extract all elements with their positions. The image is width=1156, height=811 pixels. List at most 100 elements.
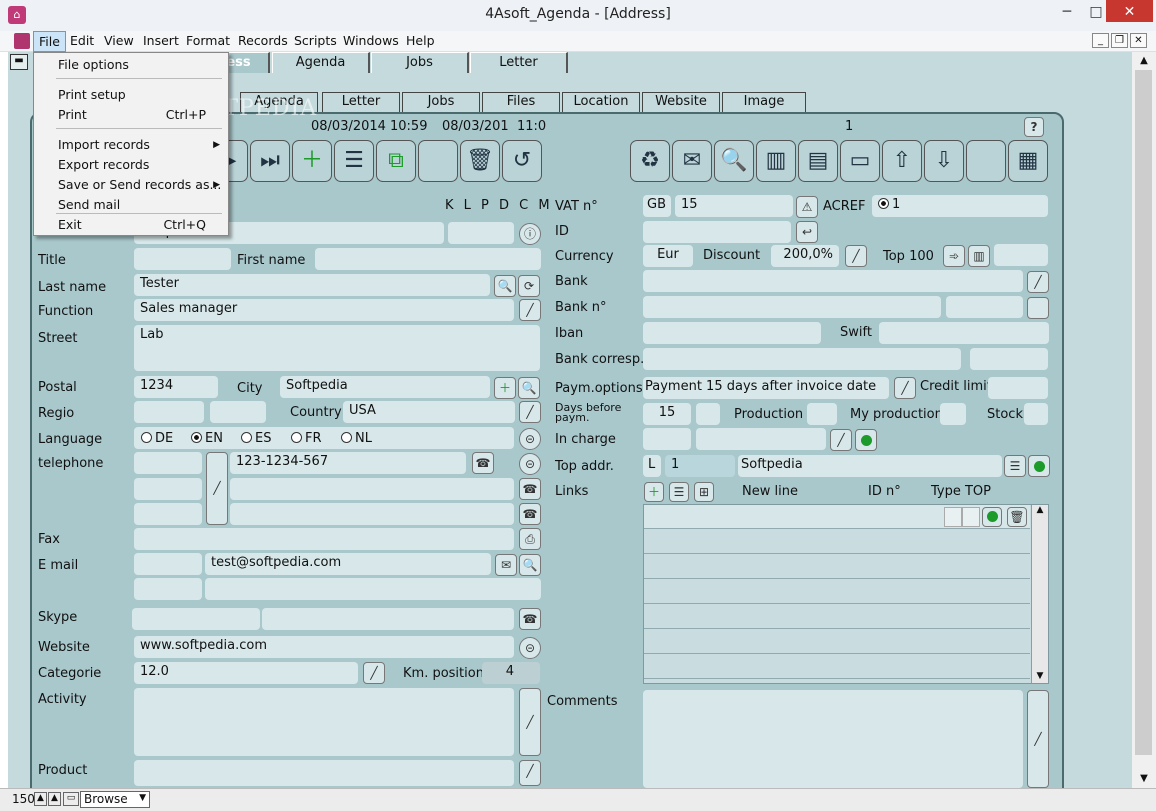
categorie-field[interactable]: 12.0 <box>134 662 358 684</box>
bank-field[interactable] <box>643 270 1023 292</box>
top-addr-l-field[interactable]: L <box>643 455 661 477</box>
telephone-dial-icon[interactable]: ☎ <box>472 452 494 474</box>
website-field[interactable]: www.softpedia.com <box>134 636 514 658</box>
discount-edit-icon[interactable]: ╱ <box>845 245 867 267</box>
discount-field[interactable]: 200,0% <box>771 245 839 267</box>
close-button[interactable]: ✕ <box>1106 0 1153 22</box>
bank-edit-icon[interactable]: ╱ <box>1027 271 1049 293</box>
menu-insert[interactable]: Insert <box>143 33 179 48</box>
email-send-icon[interactable]: ✉ <box>495 554 517 576</box>
status-toggle-icon[interactable]: ▭ <box>63 792 79 806</box>
table-row[interactable] <box>644 580 1030 604</box>
categorie-edit-icon[interactable]: ╱ <box>363 662 385 684</box>
layout-collapse-button[interactable]: ▬ <box>10 54 28 70</box>
activity-edit-icon[interactable]: ╱ <box>519 688 541 756</box>
product-field[interactable] <box>134 760 514 786</box>
acref-field[interactable]: 1 <box>872 195 1048 217</box>
credit-limit-field[interactable] <box>988 377 1048 399</box>
bankcorr-field[interactable] <box>643 348 961 370</box>
menu-windows[interactable]: Windows <box>343 33 399 48</box>
table-row[interactable] <box>644 555 1030 579</box>
maximize-button[interactable]: □ <box>1084 0 1108 24</box>
telephone-edit-icon[interactable]: ╱ <box>206 452 228 525</box>
email-prefix-field-2[interactable] <box>134 578 202 600</box>
mdi-restore-button[interactable]: ❐ <box>1111 33 1128 48</box>
link-cell-1[interactable] <box>944 507 962 527</box>
vat-field[interactable]: 15 <box>675 195 793 217</box>
postal-field[interactable]: 1234 <box>134 376 218 398</box>
language-icon[interactable]: ⊝ <box>519 428 541 450</box>
zoom-large-icon[interactable]: ▲ <box>48 792 61 806</box>
id-return-icon[interactable]: ↩ <box>796 221 818 243</box>
scroll-up-icon[interactable]: ▲ <box>1132 52 1156 70</box>
currency-field[interactable]: Eur <box>643 245 693 267</box>
lastname-refresh-icon[interactable]: ⟳ <box>518 275 540 297</box>
vat-country-field[interactable]: GB <box>643 195 671 217</box>
menu-item-exit[interactable]: Exit <box>58 217 82 232</box>
fax-field[interactable] <box>134 528 514 550</box>
vertical-scrollbar[interactable]: ▲ ▼ <box>1132 52 1156 788</box>
new-record-button[interactable]: ＋ <box>292 140 332 182</box>
language-de[interactable]: DE <box>141 431 173 446</box>
calculator-icon[interactable]: ▦ <box>1008 140 1048 182</box>
links-scroll-down-icon[interactable]: ▼ <box>1032 671 1048 681</box>
telephone-prefix-3[interactable] <box>134 503 202 525</box>
info-icon[interactable]: ⓘ <box>519 223 541 245</box>
table-row[interactable] <box>644 655 1030 679</box>
top-addr-no-field[interactable]: 1 <box>665 455 735 477</box>
email-prefix-field[interactable] <box>134 553 202 575</box>
in-charge-status-icon[interactable] <box>855 429 877 451</box>
table-row[interactable] <box>644 605 1030 629</box>
company-extra-field[interactable] <box>448 222 514 244</box>
zoom-small-icon[interactable]: ▲ <box>34 792 47 806</box>
mode-select[interactable]: Browse ▼ <box>80 791 150 808</box>
upload-icon[interactable]: ⇧ <box>882 140 922 182</box>
tab-letter-top[interactable]: Letter <box>470 52 568 73</box>
menu-item-print[interactable]: Print <box>58 107 87 122</box>
bankno-field[interactable] <box>643 296 941 318</box>
telephone-prefix-1[interactable] <box>134 452 202 474</box>
iban-field[interactable] <box>643 322 821 344</box>
bankno-extra-field[interactable] <box>946 296 1023 318</box>
link-status-icon[interactable] <box>982 507 1002 527</box>
top100-field[interactable] <box>994 244 1048 266</box>
menu-item-send-mail[interactable]: Send mail <box>58 197 120 212</box>
fax-icon[interactable]: ⎙ <box>519 528 541 550</box>
country-field[interactable]: USA <box>343 401 515 423</box>
top100-arrow-icon[interactable]: ➾ <box>943 245 965 267</box>
paym-field[interactable]: Payment 15 days after invoice date <box>643 377 889 399</box>
my-production-field[interactable] <box>940 403 966 425</box>
help-button[interactable]: ? <box>1024 117 1044 137</box>
top-addr-field[interactable]: Softpedia <box>738 455 1002 477</box>
skype-field[interactable] <box>132 608 260 630</box>
menu-item-file-options[interactable]: File options <box>58 57 129 72</box>
telephone-dial-icon-2[interactable]: ☎ <box>519 478 541 500</box>
document-page-icon[interactable]: ▤ <box>798 140 838 182</box>
document-icon[interactable] <box>14 33 30 49</box>
download-icon[interactable]: ⇩ <box>924 140 964 182</box>
in-charge-edit-icon[interactable]: ╱ <box>830 429 852 451</box>
tab-jobs-top[interactable]: Jobs <box>371 52 469 73</box>
city-search-icon[interactable]: 🔍 <box>518 377 540 399</box>
swift-field[interactable] <box>879 322 1049 344</box>
telephone-dial-icon-3[interactable]: ☎ <box>519 503 541 525</box>
function-edit-icon[interactable]: ╱ <box>519 299 541 321</box>
radio-nl[interactable] <box>341 432 352 443</box>
top-addr-status-icon[interactable] <box>1028 455 1050 477</box>
regio-field[interactable] <box>134 401 204 423</box>
email-search-icon[interactable]: 🔍 <box>519 554 541 576</box>
comments-edit-icon[interactable]: ╱ <box>1027 690 1049 788</box>
in-charge-name-field[interactable] <box>696 428 826 450</box>
menu-file[interactable]: File <box>33 31 66 52</box>
top-addr-list-icon[interactable]: ☰ <box>1004 455 1026 477</box>
link-delete-icon[interactable]: 🗑 <box>1007 507 1027 527</box>
menu-item-import-records[interactable]: Import records <box>58 137 150 152</box>
id-field[interactable] <box>643 221 791 243</box>
links-scrollbar[interactable]: ▲ ▼ <box>1031 505 1048 683</box>
skype-call-icon[interactable]: ☎ <box>519 608 541 630</box>
tab-image[interactable]: Image <box>722 92 806 112</box>
telephone-icon-1[interactable]: ⊝ <box>519 453 541 475</box>
radio-de[interactable] <box>141 432 152 443</box>
title-field[interactable] <box>134 248 231 270</box>
street-field[interactable]: Lab <box>134 325 540 371</box>
